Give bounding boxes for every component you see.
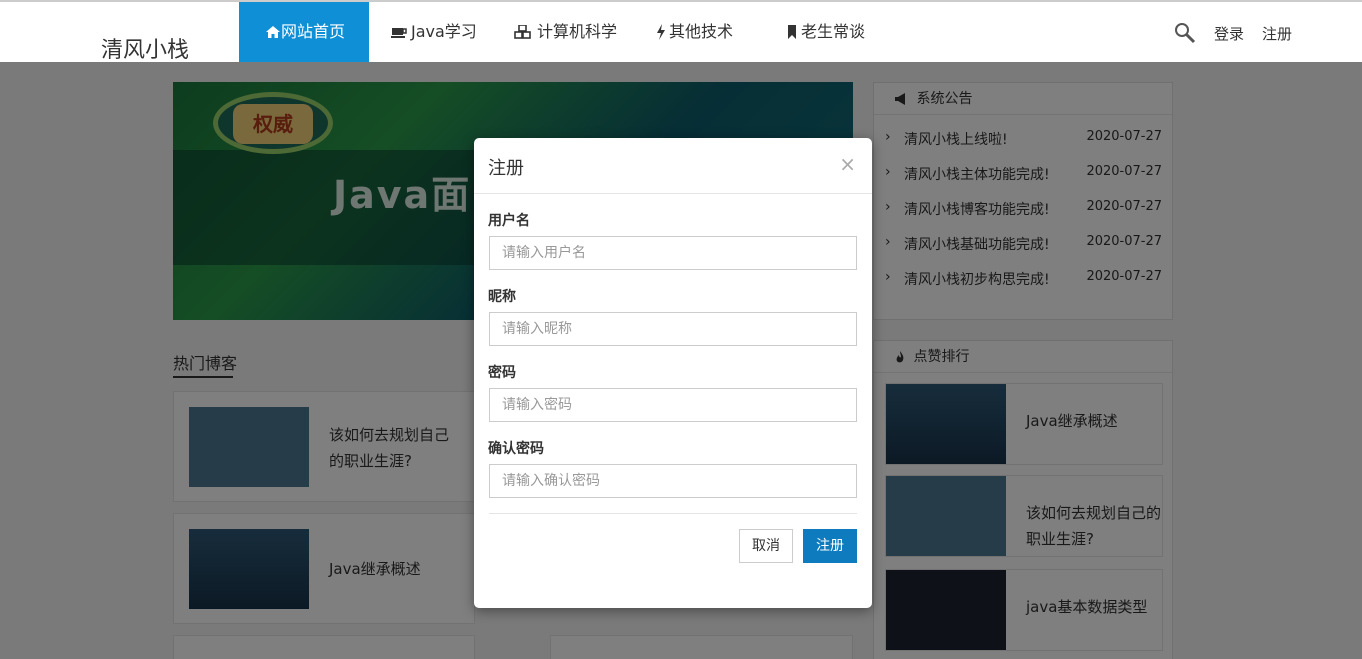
search-icon[interactable] xyxy=(1174,22,1196,44)
modal-footer-divider xyxy=(489,513,857,514)
nav-other-label: 其他技术 xyxy=(669,22,734,41)
nav-cs[interactable]: 计算机科学 xyxy=(511,2,656,62)
close-icon[interactable]: × xyxy=(839,152,856,176)
register-link[interactable]: 注册 xyxy=(1262,23,1292,44)
coffee-cup-icon xyxy=(391,28,407,38)
nav-home-label: 网站首页 xyxy=(281,22,346,41)
lightning-icon xyxy=(657,24,665,40)
nickname-input[interactable] xyxy=(489,312,857,346)
username-label: 用户名 xyxy=(488,213,530,229)
nickname-label: 昵称 xyxy=(488,289,516,305)
nav-talk-label: 老生常谈 xyxy=(801,22,866,41)
nav-home[interactable]: 网站首页 xyxy=(239,2,369,62)
register-submit-button[interactable]: 注册 xyxy=(803,529,857,563)
nav-java-label: Java学习 xyxy=(411,22,477,41)
cubes-icon xyxy=(514,25,531,39)
modal-header: 注册 × xyxy=(474,138,872,194)
top-header: 清风小栈 网站首页 Java学习 计算机科学 其他技术 老生常谈 登录 注册 xyxy=(0,0,1362,64)
password-input[interactable] xyxy=(489,388,857,422)
main-nav: 网站首页 Java学习 计算机科学 其他技术 老生常谈 xyxy=(239,2,904,62)
bookmark-icon xyxy=(788,25,796,39)
nav-talk[interactable]: 老生常谈 xyxy=(784,2,904,62)
confirm-password-label: 确认密码 xyxy=(488,441,544,457)
confirm-password-input[interactable] xyxy=(489,464,857,498)
site-brand[interactable]: 清风小栈 xyxy=(101,32,189,64)
nav-cs-label: 计算机科学 xyxy=(537,22,618,41)
login-link[interactable]: 登录 xyxy=(1214,23,1244,44)
cancel-button[interactable]: 取消 xyxy=(739,529,793,563)
header-actions: 登录 注册 xyxy=(1174,22,1292,44)
register-modal: 注册 × 用户名 昵称 密码 确认密码 取消 注册 xyxy=(474,138,872,608)
nav-java[interactable]: Java学习 xyxy=(369,2,511,62)
home-icon xyxy=(266,26,280,38)
password-label: 密码 xyxy=(488,365,516,381)
modal-title: 注册 xyxy=(488,158,524,179)
nav-other[interactable]: 其他技术 xyxy=(656,2,784,62)
username-input[interactable] xyxy=(489,236,857,270)
